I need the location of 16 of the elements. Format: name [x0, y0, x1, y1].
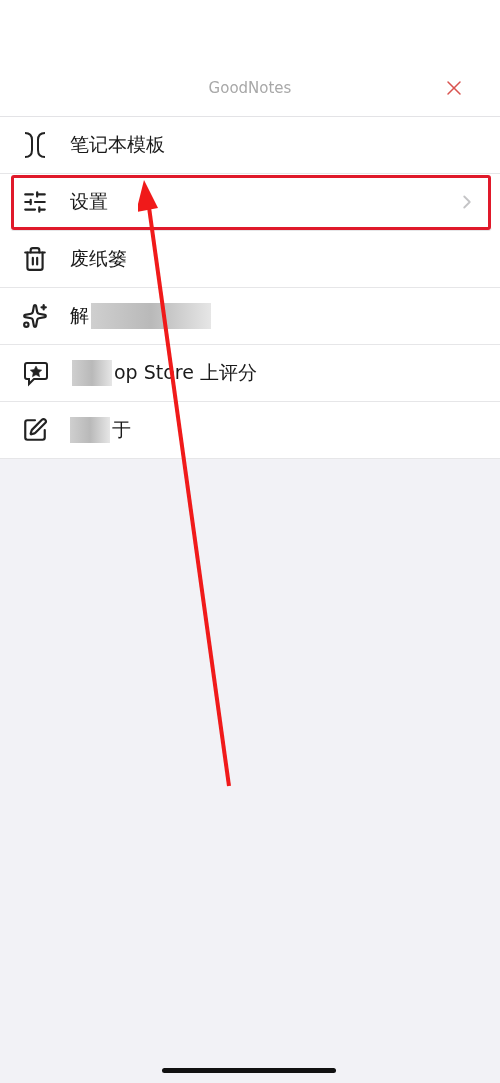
menu-label: 笔记本模板 [70, 132, 165, 157]
menu-label: 解 [70, 303, 89, 328]
menu-label: 废纸篓 [70, 246, 127, 271]
sparkles-icon [22, 303, 48, 329]
trash-icon [22, 246, 48, 272]
menu-item[interactable]: 笔记本模板 [0, 117, 500, 174]
highlighted-menu-item[interactable]: 设置 [10, 174, 492, 231]
note-pen-icon [22, 417, 48, 443]
settings-icon [22, 189, 48, 215]
menu-item[interactable]: 解 [0, 288, 500, 345]
menu-label: 于 [112, 417, 131, 442]
menu-item[interactable]: 废纸篓 [0, 231, 500, 288]
bracket-icon [22, 131, 48, 159]
star-chat-icon [22, 359, 50, 387]
app-title: GoodNotes [208, 79, 292, 97]
menu-label: 设置 [70, 189, 108, 214]
